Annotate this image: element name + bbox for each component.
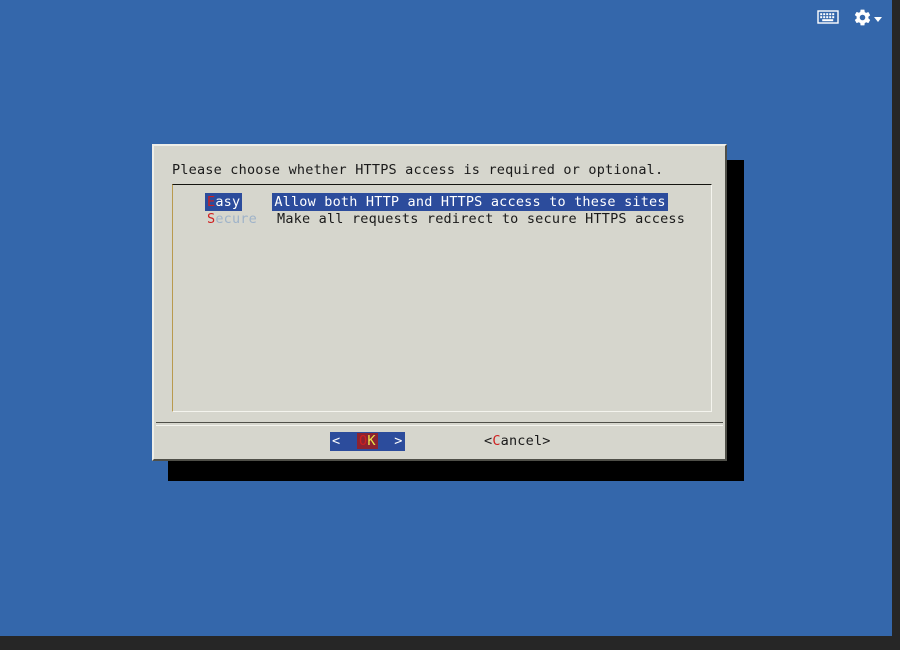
button-area-separator: [156, 422, 723, 426]
vnc-right-gutter: [892, 0, 900, 650]
dialog-prompt-text: Please choose whether HTTPS access is re…: [172, 162, 664, 178]
list-item-easy[interactable]: Easy Allow both HTTP and HTTPS access to…: [173, 193, 711, 211]
option-description-secure: Make all requests redirect to secure HTT…: [277, 211, 686, 227]
list-item-secure[interactable]: Secure Make all requests redirect to sec…: [173, 210, 711, 227]
option-tag-rest-secure: ecure: [215, 211, 257, 227]
dialog-button-row: < OK > <Cancel>: [154, 432, 725, 454]
ok-pad-left: [340, 433, 357, 449]
options-listbox[interactable]: Easy Allow both HTTP and HTTPS access to…: [172, 184, 712, 412]
option-tag-rest-easy: asy: [215, 194, 241, 210]
ok-right-bracket: >: [394, 433, 403, 449]
cancel-button[interactable]: <Cancel>: [482, 432, 553, 451]
ok-pad-right: [378, 433, 395, 449]
option-tag-easy: Easy: [205, 193, 243, 211]
ok-letter-k: K: [367, 433, 376, 449]
vnc-toolbar: [817, 0, 892, 34]
desktop-screen: Please choose whether HTTPS access is re…: [0, 0, 900, 650]
option-description-easy: Allow both HTTP and HTTPS access to thes…: [272, 193, 668, 211]
cancel-right-bracket: >: [542, 433, 551, 449]
cancel-label-rest: ancel: [500, 433, 543, 449]
gear-icon: [853, 8, 872, 27]
ok-label: OK: [356, 433, 378, 449]
keyboard-icon[interactable]: [817, 9, 839, 25]
vnc-bottom-bar: [0, 636, 900, 650]
chevron-down-icon: [874, 16, 882, 22]
https-access-dialog: Please choose whether HTTPS access is re…: [152, 144, 727, 461]
cancel-hotkey: C: [492, 433, 501, 449]
option-tag-secure: Secure: [205, 210, 275, 228]
settings-menu-button[interactable]: [853, 8, 882, 27]
ok-button[interactable]: < OK >: [330, 432, 405, 451]
